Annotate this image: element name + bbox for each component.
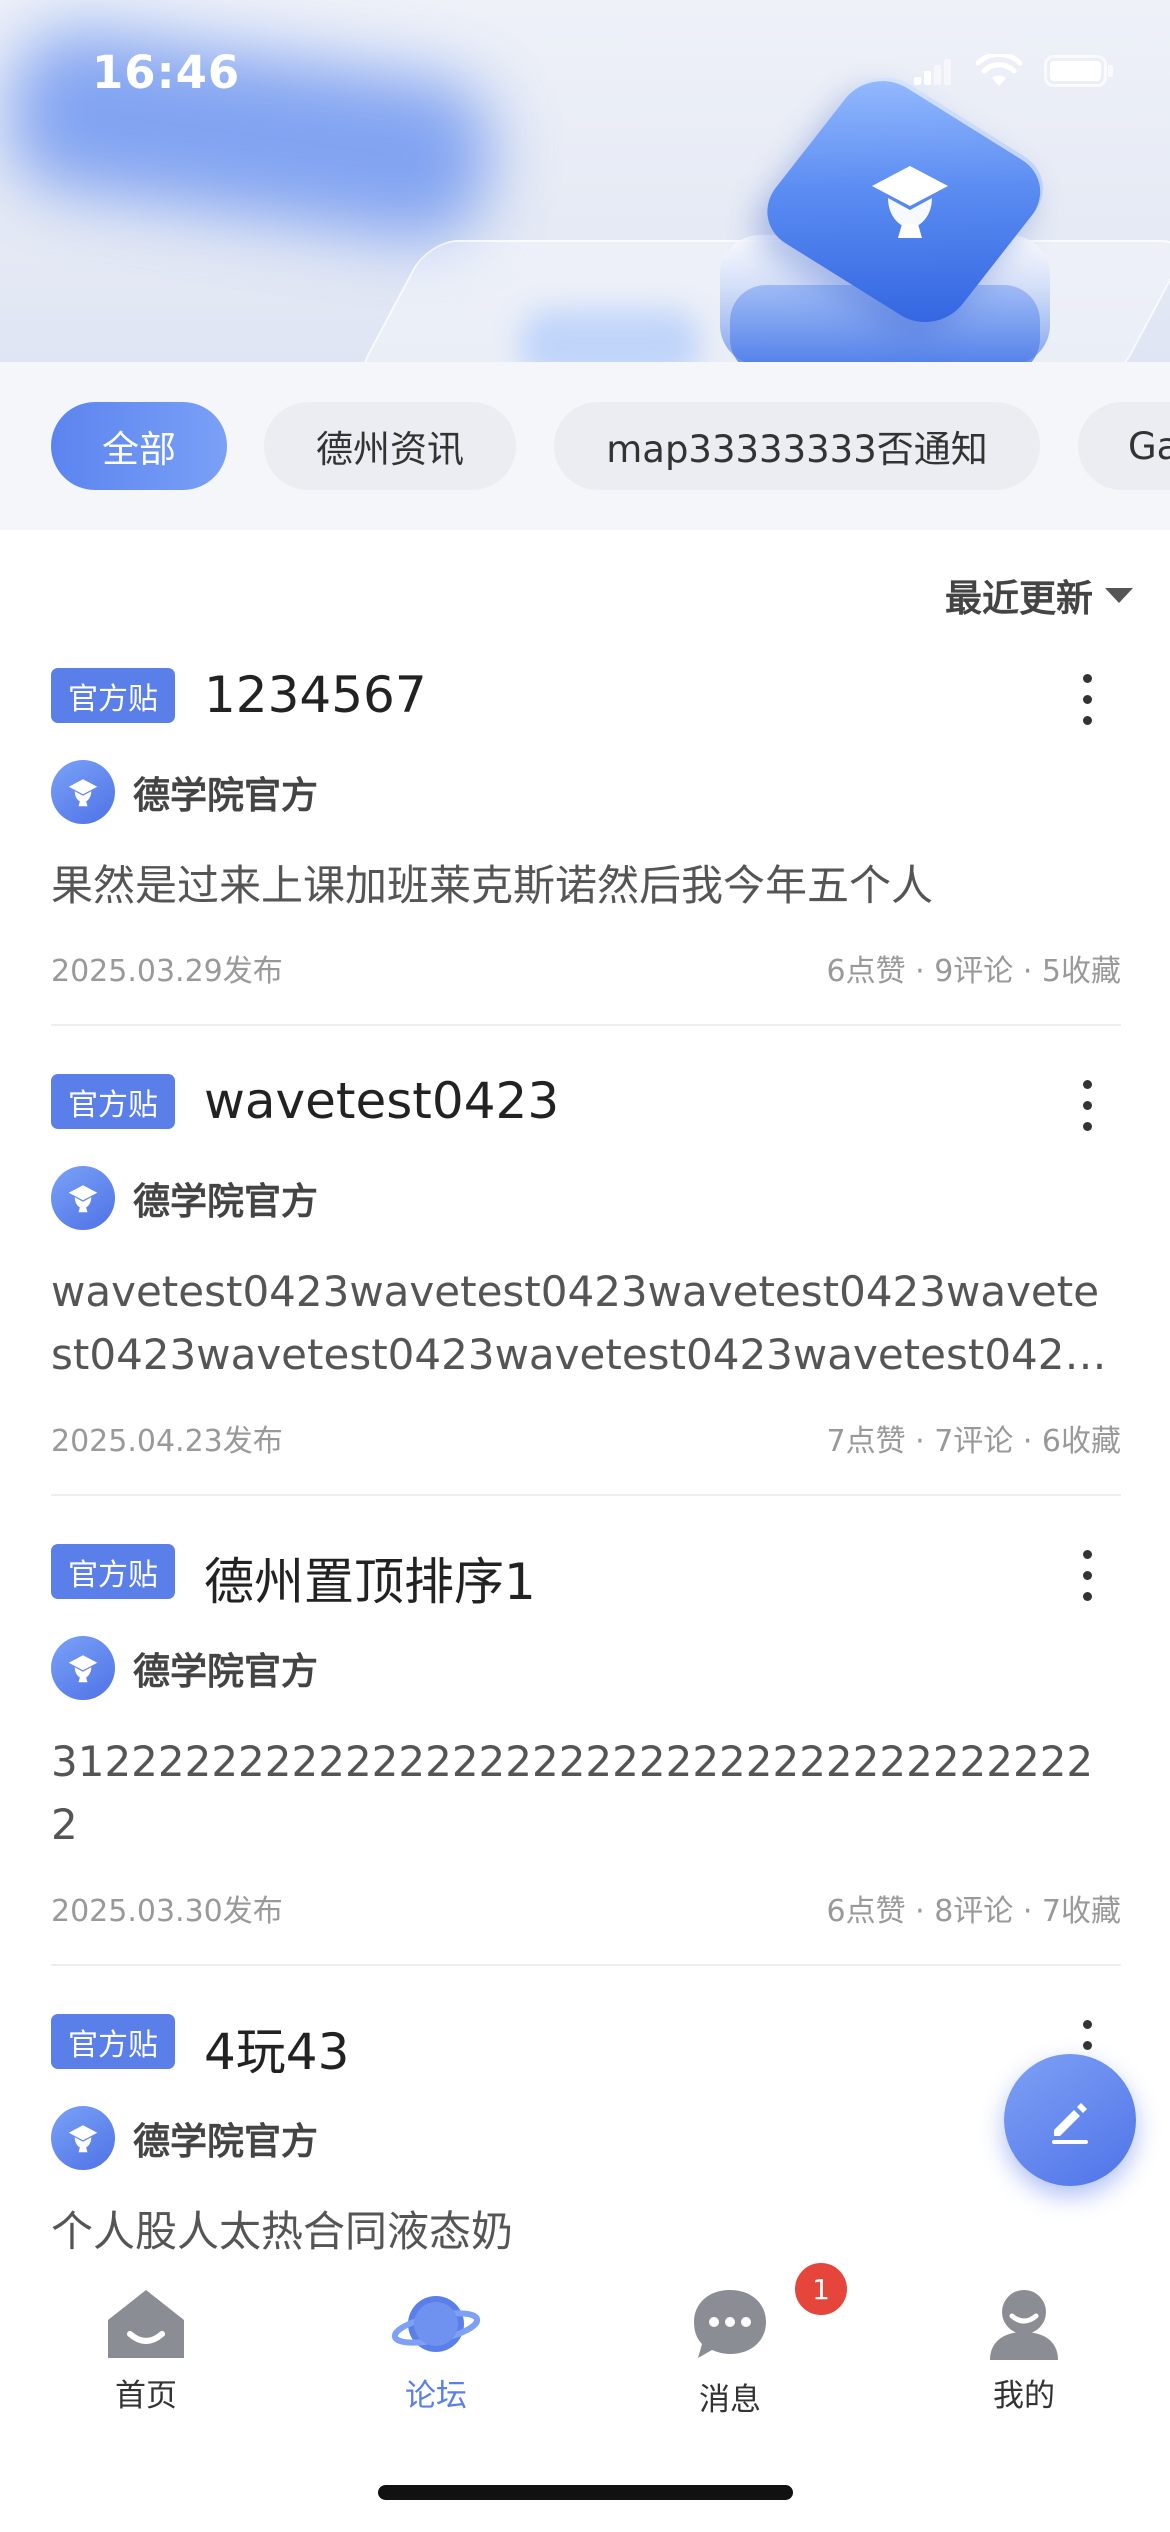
chat-icon [694, 2290, 766, 2358]
post-content: 果然是过来上课加班莱克斯诺然后我今年五个人 [51, 861, 934, 910]
official-badge: 官方贴 [51, 1544, 175, 1599]
avatar [51, 1166, 115, 1230]
nav-label: 论坛 [405, 2378, 467, 2414]
official-badge: 官方贴 [51, 668, 175, 723]
divider [51, 1964, 1121, 1966]
caret-down-icon [1105, 587, 1133, 603]
author-name: 德学院官方 [133, 1180, 318, 1223]
post-content: wavetest0423wavetest0423wavetest0423wave… [51, 1267, 1107, 1379]
post-author[interactable]: 德学院官方 [51, 2106, 318, 2170]
nav-label: 消息 [699, 2382, 761, 2418]
post-item[interactable]: 官方贴 wavetest0423 德学院官方 wavetest0423wavet… [51, 1072, 1121, 1498]
nav-home[interactable]: 首页 [56, 2286, 236, 2415]
post-stats: 7点赞 · 7评论 · 6收藏 [826, 1424, 1121, 1459]
academy-logo-icon [860, 150, 960, 250]
nav-profile[interactable]: 我的 [934, 2286, 1114, 2415]
tab-all[interactable]: 全部 [51, 402, 227, 490]
avatar [51, 1636, 115, 1700]
compose-button[interactable] [1004, 2054, 1136, 2186]
post-title: wavetest0423 [204, 1072, 560, 1130]
avatar [51, 760, 115, 824]
unread-badge: 1 [792, 2260, 850, 2318]
post-title: 德州置顶排序1 [204, 1553, 536, 1611]
post-item[interactable]: 官方贴 德州置顶排序1 德学院官方 3122222222222222222222… [51, 1544, 1121, 1968]
post-content: 3122222222222222222222222222222222222222 [51, 1737, 1094, 1849]
banner-glow-small [520, 310, 700, 362]
user-icon [990, 2290, 1058, 2360]
nav-label: 首页 [115, 2378, 177, 2414]
category-tabs: 全部 德州资讯 map33333333否通知 Ga [0, 362, 1170, 530]
planet-icon [391, 2296, 481, 2352]
post-stats: 6点赞 · 9评论 · 5收藏 [826, 954, 1121, 989]
tab-map-notice[interactable]: map33333333否通知 [554, 402, 1040, 490]
post-stats: 6点赞 · 8评论 · 7收藏 [826, 1894, 1121, 1929]
post-date: 2025.04.23发布 [51, 1424, 283, 1459]
nav-label: 我的 [993, 2378, 1055, 2414]
author-name: 德学院官方 [133, 2120, 318, 2163]
more-options-icon[interactable] [1083, 674, 1093, 725]
tab-ga[interactable]: Ga [1078, 402, 1170, 490]
post-author[interactable]: 德学院官方 [51, 1166, 318, 1230]
banner-glow [1, 22, 499, 248]
sort-dropdown[interactable]: 最近更新 [945, 568, 1133, 622]
signal-icon [914, 59, 951, 85]
post-item[interactable]: 官方贴 1234567 德学院官方 果然是过来上课加班莱克斯诺然后我今年五个人 … [51, 666, 1121, 1028]
pencil-icon [1052, 2103, 1088, 2144]
nav-forum[interactable]: 论坛 [346, 2286, 526, 2415]
author-name: 德学院官方 [133, 774, 318, 817]
post-date: 2025.03.29发布 [51, 954, 283, 989]
author-name: 德学院官方 [133, 1650, 318, 1693]
more-options-icon[interactable] [1083, 1550, 1093, 1601]
divider [51, 1494, 1121, 1496]
official-badge: 官方贴 [51, 1074, 175, 1129]
post-title: 1234567 [204, 666, 427, 724]
sort-label: 最近更新 [945, 577, 1093, 620]
post-date: 2025.03.30发布 [51, 1894, 283, 1929]
status-icons [914, 54, 1114, 88]
divider [51, 1024, 1121, 1026]
more-options-icon[interactable] [1083, 1080, 1093, 1131]
post-author[interactable]: 德学院官方 [51, 760, 318, 824]
post-item[interactable]: 官方贴 4玩43 德学院官方 个人股人太热合同液态奶 [51, 2014, 1121, 2256]
wifi-icon [976, 54, 1022, 86]
home-icon [108, 2290, 184, 2358]
battery-icon [1044, 55, 1113, 87]
official-badge: 官方贴 [51, 2014, 175, 2069]
avatar [51, 2106, 115, 2170]
tab-texas-news[interactable]: 德州资讯 [264, 402, 516, 490]
post-title: 4玩43 [204, 2023, 350, 2081]
post-author[interactable]: 德学院官方 [51, 1636, 318, 1700]
nav-messages[interactable]: 1 消息 [640, 2260, 850, 2419]
status-time: 16:46 [92, 46, 241, 99]
home-indicator[interactable] [378, 2485, 793, 2500]
